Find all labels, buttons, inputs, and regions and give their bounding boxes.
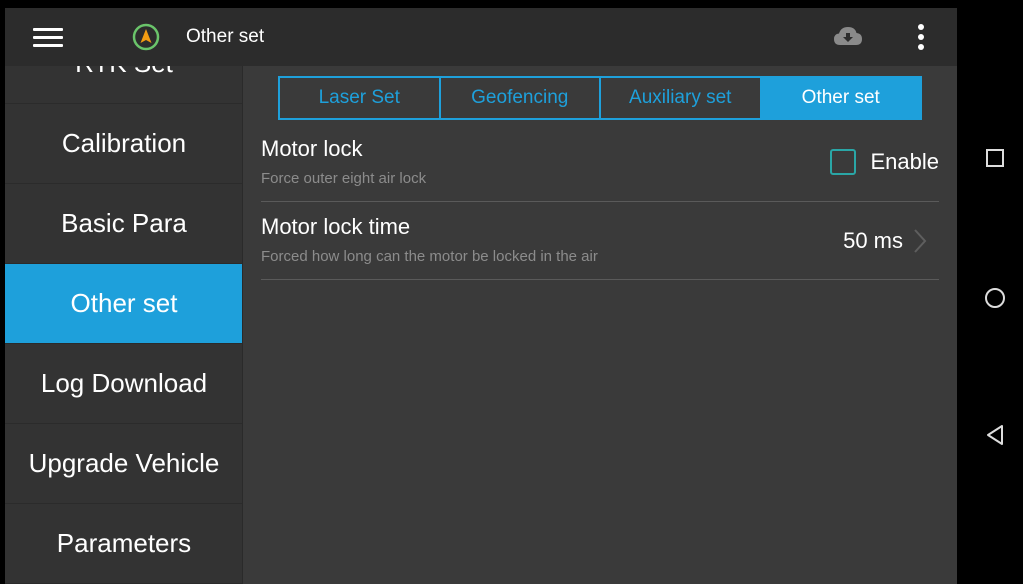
menu-icon[interactable] <box>33 26 65 50</box>
sidebar-item-basic-para[interactable]: Basic Para <box>5 184 242 264</box>
setting-row-motor-lock: Motor lock Force outer eight air lock En… <box>261 124 939 202</box>
sidebar-item-other-set[interactable]: Other set <box>5 264 242 344</box>
app-bar: Other set <box>5 8 957 66</box>
sidebar-item-rtk-set[interactable]: RTK Set <box>5 66 242 104</box>
system-nav-bar <box>957 0 1023 584</box>
chevron-right-icon <box>914 229 927 253</box>
enable-label: Enable <box>870 149 939 174</box>
setting-title: Motor lock time <box>261 214 411 239</box>
more-vert-icon[interactable] <box>911 22 931 54</box>
tab-laser-set[interactable]: Laser Set <box>280 78 441 118</box>
setting-title: Motor lock <box>261 136 363 161</box>
settings-panel: Laser Set Geofencing Auxiliary set Other… <box>243 66 957 584</box>
tab-auxiliary-set[interactable]: Auxiliary set <box>601 78 762 118</box>
sidebar-item-parameters[interactable]: Parameters <box>5 504 242 584</box>
enable-checkbox-control[interactable]: Enable <box>830 147 939 177</box>
cloud-download-icon[interactable] <box>833 25 863 49</box>
home-icon[interactable] <box>983 286 1007 310</box>
sidebar-item-log-download[interactable]: Log Download <box>5 344 242 424</box>
tab-bar: Laser Set Geofencing Auxiliary set Other… <box>278 76 922 120</box>
setting-subtitle: Forced how long can the motor be locked … <box>261 248 598 265</box>
setting-row-motor-lock-time[interactable]: Motor lock time Forced how long can the … <box>261 202 939 280</box>
tab-geofencing[interactable]: Geofencing <box>441 78 601 118</box>
enable-checkbox[interactable] <box>830 149 857 175</box>
recents-icon[interactable] <box>985 148 1005 168</box>
sidebar-item-upgrade-vehicle[interactable]: Upgrade Vehicle <box>5 424 242 504</box>
app-screen: Other set RTK Set Calibration Basic Para… <box>5 8 957 584</box>
back-icon[interactable] <box>985 424 1005 446</box>
setting-subtitle: Force outer eight air lock <box>261 170 427 187</box>
navigation-icon <box>132 23 160 51</box>
sidebar: RTK Set Calibration Basic Para Other set… <box>5 66 243 584</box>
tab-other-set[interactable]: Other set <box>761 78 920 118</box>
sidebar-item-calibration[interactable]: Calibration <box>5 104 242 184</box>
motor-lock-time-value[interactable]: 50 ms <box>843 226 927 256</box>
app-title: Other set <box>186 26 265 47</box>
motor-lock-time-text: 50 ms <box>843 228 903 253</box>
